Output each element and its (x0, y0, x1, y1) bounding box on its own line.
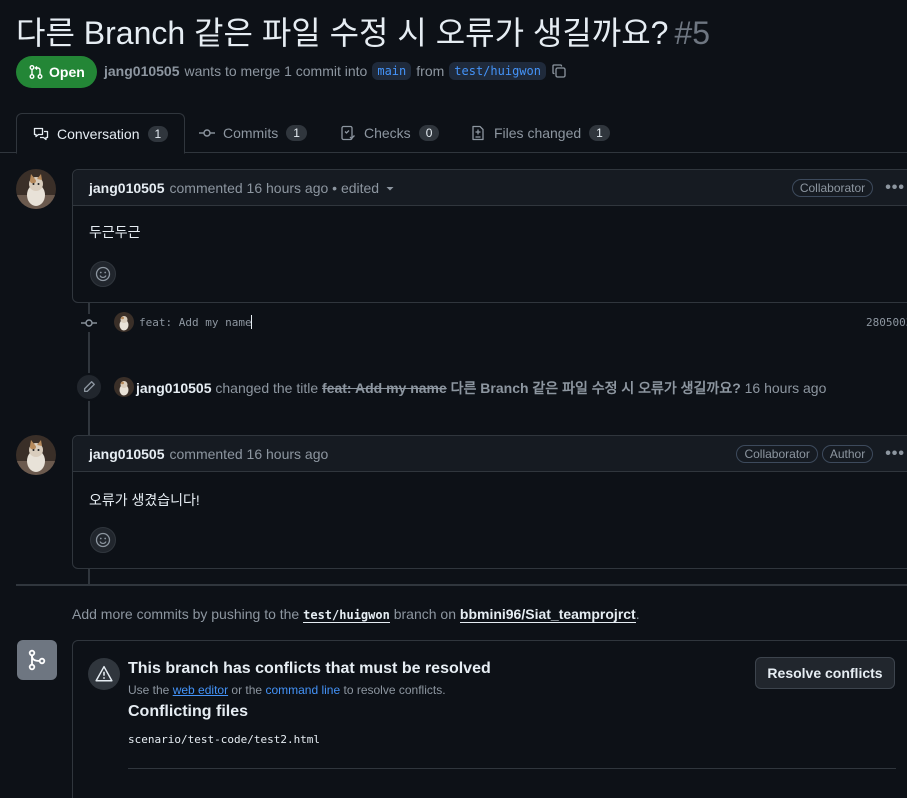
comment-body: 오류가 생겼습니다! (89, 492, 200, 508)
avatar[interactable] (16, 435, 56, 475)
conflict-title: This branch has conflicts that must be r… (128, 660, 491, 677)
comment-header: jang010505 commented 16 hours ago • edit… (73, 170, 907, 206)
collaborator-badge: Collaborator (736, 444, 818, 463)
desc-text: or the (231, 683, 263, 697)
tab-label: Commits (223, 125, 279, 141)
pr-author-link[interactable]: jang010505 (104, 63, 180, 79)
comment-author[interactable]: jang010505 (89, 446, 165, 462)
conflicting-file[interactable]: scenario/test-code/test2.html (128, 733, 320, 746)
desc-text: Use the (128, 683, 170, 697)
tab-label: Files changed (494, 125, 582, 141)
base-branch[interactable]: main (372, 62, 412, 80)
add-reaction-button[interactable] (90, 527, 116, 553)
kebab-menu-icon[interactable]: ••• (885, 179, 905, 197)
command-line-link[interactable]: command line (265, 683, 340, 697)
git-merge-icon (28, 649, 46, 671)
git-commit-icon (199, 129, 215, 137)
hint-text: Add more commits by pushing to the (72, 606, 300, 622)
avatar[interactable] (114, 377, 134, 397)
tab-counter: 1 (147, 125, 169, 142)
old-title: feat: Add my name (322, 380, 447, 396)
pr-merge-text: wants to merge 1 commit into (184, 63, 368, 79)
avatar[interactable] (16, 169, 56, 209)
conflict-desc: Use the web editor or the command line t… (128, 683, 446, 697)
merge-status-icon-box (17, 640, 57, 680)
tab-files-changed[interactable]: Files changed 1 (470, 113, 610, 153)
comment-card: jang010505 commented 16 hours ago Collab… (72, 435, 907, 569)
hint-text: . (635, 606, 640, 622)
merge-box: This branch has conflicts that must be r… (72, 640, 907, 798)
merge-box-divider (128, 768, 896, 769)
conflicting-files-title: Conflicting files (128, 703, 248, 720)
caret-down-icon[interactable] (385, 183, 395, 193)
from-text: from (416, 63, 445, 79)
cat-avatar-icon (114, 377, 134, 397)
comment-meta[interactable]: commented 16 hours ago (170, 446, 329, 462)
commit-message[interactable]: feat: Add my name (139, 316, 252, 329)
tab-counter: 0 (418, 125, 440, 141)
repo-link[interactable]: bbmini96/Siat_teamprojrct (459, 606, 636, 623)
hint-branch-link[interactable]: test/huigwon (303, 608, 390, 623)
cat-avatar-icon (16, 169, 56, 209)
pr-tabs: Conversation 1 Commits 1 Checks 0 Files … (0, 113, 907, 154)
copy-icon[interactable] (551, 63, 567, 79)
pr-title-text: 다른 Branch 같은 파일 수정 시 오류가 생길까요? (16, 15, 669, 51)
rename-event-badge (75, 373, 103, 401)
comment-discussion-icon (33, 127, 49, 140)
smiley-icon (95, 532, 111, 548)
collaborator-badge: Collaborator (791, 178, 874, 197)
author-badge: Author (821, 444, 874, 463)
tab-checks[interactable]: Checks 0 (340, 113, 440, 153)
text-cursor (251, 315, 252, 329)
pencil-icon (83, 381, 95, 393)
checklist-icon (341, 125, 355, 141)
kebab-menu-icon[interactable]: ••• (885, 445, 905, 463)
push-hint: Add more commits by pushing to the test/… (72, 606, 640, 623)
pr-number: #5 (674, 15, 711, 51)
hint-text: branch on (393, 606, 456, 622)
cat-avatar-icon (16, 435, 56, 475)
tab-label: Conversation (57, 125, 140, 142)
tab-commits[interactable]: Commits 1 (199, 113, 307, 153)
web-editor-link[interactable]: web editor (173, 683, 228, 697)
rename-event-text: jang010505 changed the title feat: Add m… (136, 378, 826, 398)
avatar[interactable] (114, 312, 134, 332)
tab-label: Checks (364, 125, 411, 141)
alert-icon (95, 665, 113, 682)
file-diff-icon (472, 125, 484, 141)
cat-avatar-icon (114, 312, 134, 332)
head-branch[interactable]: test/huigwon (449, 62, 546, 80)
resolve-conflicts-button[interactable]: Resolve conflicts (755, 657, 895, 689)
desc-text: to resolve conflicts. (343, 683, 446, 697)
comment-meta[interactable]: commented 16 hours ago • edited (170, 180, 380, 196)
smiley-icon (95, 266, 111, 282)
event-time[interactable]: 16 hours ago (745, 380, 827, 396)
commit-node (80, 314, 98, 332)
timeline-divider (16, 584, 907, 586)
comment-card: jang010505 commented 16 hours ago • edit… (72, 169, 907, 303)
event-author[interactable]: jang010505 (136, 380, 212, 396)
new-title: 다른 Branch 같은 파일 수정 시 오류가 생길까요? (450, 380, 741, 396)
tab-counter: 1 (286, 125, 307, 141)
tab-counter: 1 (589, 125, 610, 141)
pr-state-badge: Open (16, 56, 97, 88)
git-pull-request-icon (29, 65, 43, 79)
alert-icon-circle (88, 658, 120, 690)
tab-conversation[interactable]: Conversation 1 (16, 113, 186, 154)
comment-body: 두근두근 (89, 224, 141, 240)
pr-state-label: Open (49, 64, 85, 80)
commit-sha[interactable]: 2805003 (866, 316, 907, 329)
comment-author[interactable]: jang010505 (89, 180, 165, 196)
comment-header: jang010505 commented 16 hours ago Collab… (73, 436, 907, 472)
add-reaction-button[interactable] (90, 261, 116, 287)
pr-meta: jang010505 wants to merge 1 commit into … (104, 62, 567, 80)
git-commit-icon (81, 319, 97, 327)
pr-title: 다른 Branch 같은 파일 수정 시 오류가 생길까요? #5 (16, 8, 710, 54)
event-action: changed the title (215, 380, 319, 396)
